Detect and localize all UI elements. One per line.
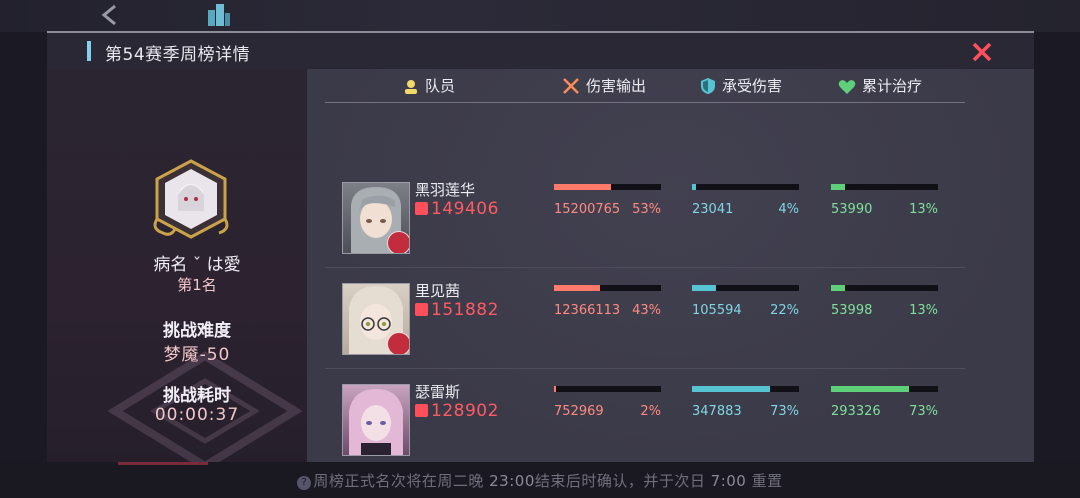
damage-percent: 2% — [640, 404, 661, 419]
character-portrait-icon — [349, 389, 403, 455]
row-divider — [325, 368, 965, 369]
heal-percent: 13% — [909, 303, 938, 318]
player-info-column: 病名 ˇ は愛 第1名 挑战难度 梦魇-50 挑战耗时 00:00:37 — [47, 69, 307, 471]
player-avatar-frame-icon — [153, 159, 229, 239]
star-badge-icon — [387, 231, 409, 253]
taken-bar — [692, 386, 799, 392]
member-row[interactable]: 里见茜 151882 12366113 43% 105594 22% 53998… — [325, 270, 965, 370]
damage-value: 15200765 — [554, 202, 621, 217]
column-damage: 伤害输出 — [562, 75, 646, 96]
difficulty-label: 挑战难度 — [163, 321, 231, 341]
heal-value: 53998 — [831, 303, 873, 318]
building-icon[interactable] — [204, 2, 232, 28]
damage-bar — [554, 285, 661, 291]
taken-percent: 73% — [770, 404, 799, 419]
panel-title: 第54赛季周榜详情 — [105, 45, 251, 65]
member-power: 151882 — [415, 300, 499, 320]
member-name: 黑羽莲华 — [415, 181, 476, 199]
title-accent-bar — [87, 41, 91, 61]
progress-accent-line — [118, 462, 208, 465]
question-icon: ? — [297, 476, 312, 490]
shield-icon — [701, 78, 715, 94]
heal-value: 53990 — [831, 202, 873, 217]
damage-bar — [554, 386, 661, 392]
damage-percent: 43% — [632, 303, 661, 318]
taken-value: 23041 — [692, 202, 734, 217]
member-row[interactable]: 瑟雷斯 128902 752969 2% 347883 73% 293326 7… — [325, 371, 965, 471]
member-avatar — [342, 384, 410, 456]
heal-percent: 13% — [909, 202, 938, 217]
taken-bar — [692, 184, 799, 190]
taken-value: 347883 — [692, 404, 742, 419]
time-label: 挑战耗时 — [163, 386, 231, 406]
member-name: 瑟雷斯 — [415, 383, 461, 401]
reset-notice: ? 周榜正式名次将在周二晚 23:00结束后时确认，并于次日 7:00 重置 — [0, 470, 1080, 491]
header-divider — [325, 102, 965, 103]
row-divider — [325, 267, 965, 268]
heal-percent: 73% — [909, 404, 938, 419]
member-avatar — [342, 283, 410, 355]
damage-percent: 53% — [632, 202, 661, 217]
player-name: 病名 ˇ は愛 — [153, 255, 241, 275]
power-icon — [415, 303, 428, 316]
heal-bar — [831, 184, 938, 190]
damage-bar — [554, 184, 661, 190]
player-rank: 第1名 — [177, 276, 217, 294]
taken-bar — [692, 285, 799, 291]
member-avatar — [342, 182, 410, 254]
member-icon — [405, 80, 417, 94]
crossed-swords-icon — [563, 78, 579, 94]
season-detail-panel: 第54赛季周榜详情 病名 ˇ は愛 第1名 挑战难度 梦魇-50 挑战耗时 00… — [47, 31, 1034, 471]
time-value: 00:00:37 — [154, 405, 240, 425]
difficulty-value: 梦魇-50 — [163, 345, 231, 365]
column-member: 队员 — [403, 75, 455, 96]
taken-percent: 22% — [770, 303, 799, 318]
taken-percent: 4% — [778, 202, 799, 217]
taken-value: 105594 — [692, 303, 742, 318]
member-power: 149406 — [415, 199, 499, 219]
heal-bar — [831, 285, 938, 291]
column-taken: 承受伤害 — [700, 75, 782, 96]
damage-value: 752969 — [554, 404, 604, 419]
heal-value: 293326 — [831, 404, 881, 419]
close-icon[interactable] — [969, 39, 995, 65]
column-heal: 累计治疗 — [838, 75, 922, 96]
top-bar — [0, 0, 1080, 32]
power-icon — [415, 404, 428, 417]
team-stats-table: 队员 伤害输出 承受伤害 累计治疗 黑羽莲华 149406 15200765 5… — [307, 69, 1034, 464]
heart-icon — [838, 80, 856, 94]
power-icon — [415, 202, 428, 215]
back-arrow-icon[interactable] — [95, 2, 125, 28]
member-row[interactable]: 黑羽莲华 149406 15200765 53% 23041 4% 53990 … — [325, 169, 965, 269]
heal-bar — [831, 386, 938, 392]
member-power: 128902 — [415, 401, 499, 421]
star-badge-icon — [387, 332, 409, 354]
damage-value: 12366113 — [554, 303, 621, 318]
member-name: 里见茜 — [415, 282, 461, 300]
